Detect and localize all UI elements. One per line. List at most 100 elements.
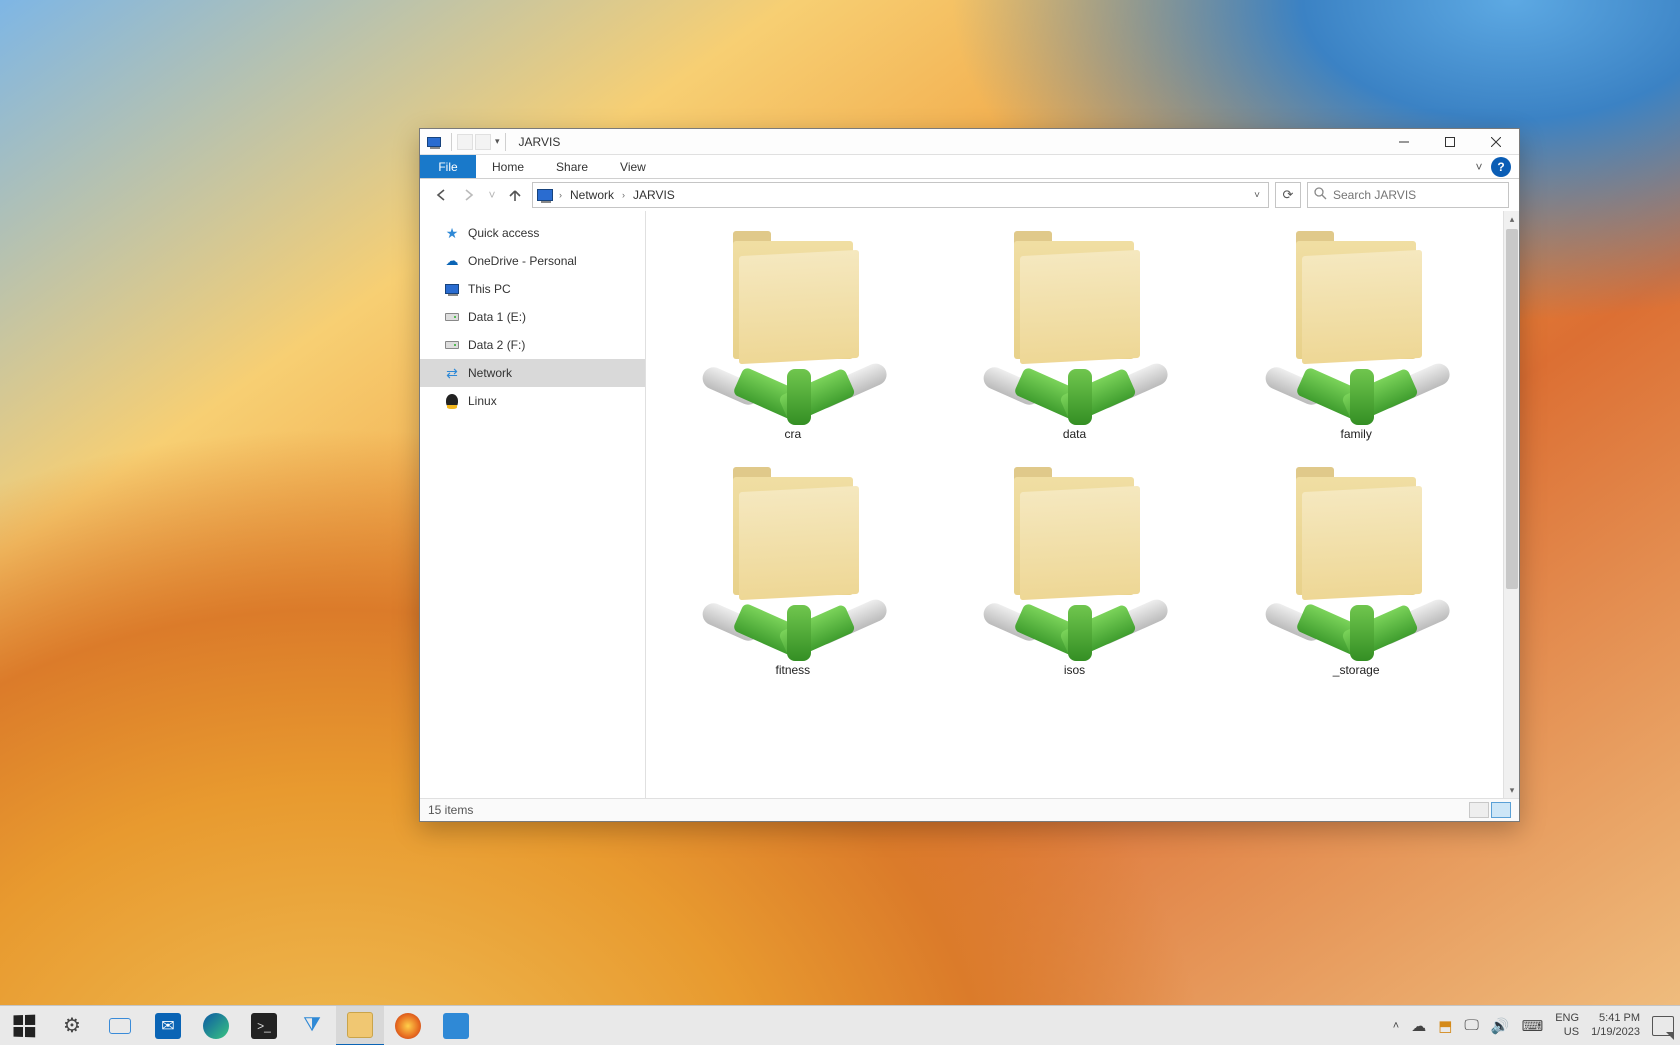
scrollbar[interactable]: ▴ ▾ (1503, 211, 1519, 798)
scroll-thumb[interactable] (1506, 229, 1518, 589)
nav-label: Data 2 (F:) (468, 338, 525, 352)
chevron-right-icon[interactable]: › (620, 190, 627, 200)
taskbar-settings[interactable]: ⚙ (48, 1006, 96, 1045)
taskbar: ⚙ ✉ >_ ⧩ ˄ ☁ ⬒ 🖵 🔊 ⌨ ENG US 5:41 PM 1/19… (0, 1005, 1680, 1045)
drive-icon (444, 309, 460, 325)
folder-label: _storage (1333, 663, 1380, 677)
qat-dropdown[interactable]: ▾ (495, 136, 500, 147)
clock[interactable]: 5:41 PM 1/19/2023 (1591, 1012, 1640, 1038)
search-box[interactable] (1307, 182, 1509, 208)
share-folder[interactable]: data (934, 221, 1216, 447)
refresh-button[interactable]: ⟳ (1275, 182, 1301, 208)
tab-view[interactable]: View (604, 155, 662, 178)
file-explorer-window: ▾ JARVIS File Home Share View (419, 128, 1520, 822)
taskbar-mail[interactable]: ✉ (144, 1006, 192, 1045)
keyboard-tray-icon[interactable]: ⌨ (1522, 1017, 1544, 1035)
taskbar-explorer[interactable] (336, 1006, 384, 1045)
network-folder-icon (974, 463, 1174, 663)
breadcrumb-network[interactable]: Network (568, 188, 616, 202)
vscode-icon: ⧩ (299, 1013, 325, 1039)
chevron-right-icon[interactable]: › (557, 190, 564, 200)
folder-label: data (1063, 427, 1086, 441)
ribbon-expand-icon[interactable]: ˅ (1467, 155, 1491, 178)
folder-label: cra (784, 427, 801, 441)
system-tray: ˄ ☁ ⬒ 🖵 🔊 ⌨ ENG US 5:41 PM 1/19/2023 (1393, 1012, 1680, 1038)
taskview-icon (109, 1018, 131, 1034)
separator (505, 133, 506, 151)
network-icon: ⇄ (444, 365, 460, 381)
search-icon (1314, 187, 1327, 203)
share-folder[interactable]: isos (934, 457, 1216, 683)
separator (451, 133, 452, 151)
breadcrumb-jarvis[interactable]: JARVIS (631, 188, 677, 202)
nav-this-pc[interactable]: This PC (420, 275, 645, 303)
address-bar[interactable]: › Network › JARVIS ˅ (532, 182, 1269, 208)
folder-label: isos (1064, 663, 1085, 677)
display-tray-icon[interactable]: 🖵 (1464, 1017, 1478, 1034)
taskbar-photos[interactable] (432, 1006, 480, 1045)
nav-label: Linux (468, 394, 497, 408)
taskbar-vscode[interactable]: ⧩ (288, 1006, 336, 1045)
network-folder-icon (1256, 463, 1456, 663)
share-folder[interactable]: _storage (1215, 457, 1497, 683)
app-icon (426, 134, 442, 150)
help-icon[interactable]: ? (1491, 157, 1511, 177)
address-dropdown-icon[interactable]: ˅ (1250, 190, 1264, 201)
titlebar[interactable]: ▾ JARVIS (420, 129, 1519, 155)
mail-icon: ✉ (155, 1013, 181, 1039)
view-icons-button[interactable] (1491, 802, 1511, 818)
content-pane[interactable]: cra data family fitness isos _storage (646, 211, 1503, 798)
view-details-button[interactable] (1469, 802, 1489, 818)
terminal-icon: >_ (251, 1013, 277, 1039)
nav-onedrive[interactable]: ☁ OneDrive - Personal (420, 247, 645, 275)
up-button[interactable] (504, 184, 526, 206)
nav-label: This PC (468, 282, 511, 296)
nav-quick-access[interactable]: ★ Quick access (420, 219, 645, 247)
folder-label: fitness (775, 663, 810, 677)
tray-overflow-icon[interactable]: ˄ (1393, 1020, 1399, 1032)
forward-button[interactable] (458, 184, 480, 206)
search-input[interactable] (1333, 188, 1502, 202)
share-folder[interactable]: cra (652, 221, 934, 447)
share-folder[interactable]: fitness (652, 457, 934, 683)
back-button[interactable] (430, 184, 452, 206)
tab-share[interactable]: Share (540, 155, 604, 178)
scroll-down-icon[interactable]: ▾ (1504, 782, 1520, 798)
close-button[interactable] (1473, 129, 1519, 155)
security-tray-icon[interactable]: ⬒ (1438, 1017, 1452, 1035)
qat-newfolder[interactable] (475, 134, 491, 150)
nav-label: Network (468, 366, 512, 380)
onedrive-tray-icon[interactable]: ☁ (1411, 1017, 1426, 1035)
file-tab[interactable]: File (420, 155, 476, 178)
taskbar-firefox[interactable] (384, 1006, 432, 1045)
nav-label: OneDrive - Personal (468, 254, 577, 268)
qat-properties[interactable] (457, 134, 473, 150)
status-bar: 15 items (420, 798, 1519, 821)
action-center-icon[interactable] (1652, 1016, 1674, 1036)
network-folder-icon (1256, 227, 1456, 427)
location-icon (537, 189, 553, 201)
nav-linux[interactable]: Linux (420, 387, 645, 415)
volume-tray-icon[interactable]: 🔊 (1491, 1017, 1510, 1035)
taskbar-terminal[interactable]: >_ (240, 1006, 288, 1045)
taskbar-taskview[interactable] (96, 1006, 144, 1045)
drive-icon (444, 337, 460, 353)
minimize-button[interactable] (1381, 129, 1427, 155)
nav-network[interactable]: ⇄ Network (420, 359, 645, 387)
language-indicator[interactable]: ENG US (1555, 1012, 1579, 1038)
share-folder[interactable]: family (1215, 221, 1497, 447)
network-folder-icon (974, 227, 1174, 427)
nav-data2[interactable]: Data 2 (F:) (420, 331, 645, 359)
nav-data1[interactable]: Data 1 (E:) (420, 303, 645, 331)
taskbar-edge[interactable] (192, 1006, 240, 1045)
recent-dropdown[interactable]: ˅ (486, 184, 498, 206)
firefox-icon (395, 1013, 421, 1039)
tab-home[interactable]: Home (476, 155, 540, 178)
quick-access-toolbar: ▾ (457, 134, 500, 150)
scroll-up-icon[interactable]: ▴ (1504, 211, 1520, 227)
maximize-button[interactable] (1427, 129, 1473, 155)
date-text: 1/19/2023 (1591, 1026, 1640, 1039)
desktop: ▾ JARVIS File Home Share View (0, 0, 1680, 1045)
start-button[interactable] (0, 1006, 48, 1045)
network-folder-icon (693, 463, 893, 663)
